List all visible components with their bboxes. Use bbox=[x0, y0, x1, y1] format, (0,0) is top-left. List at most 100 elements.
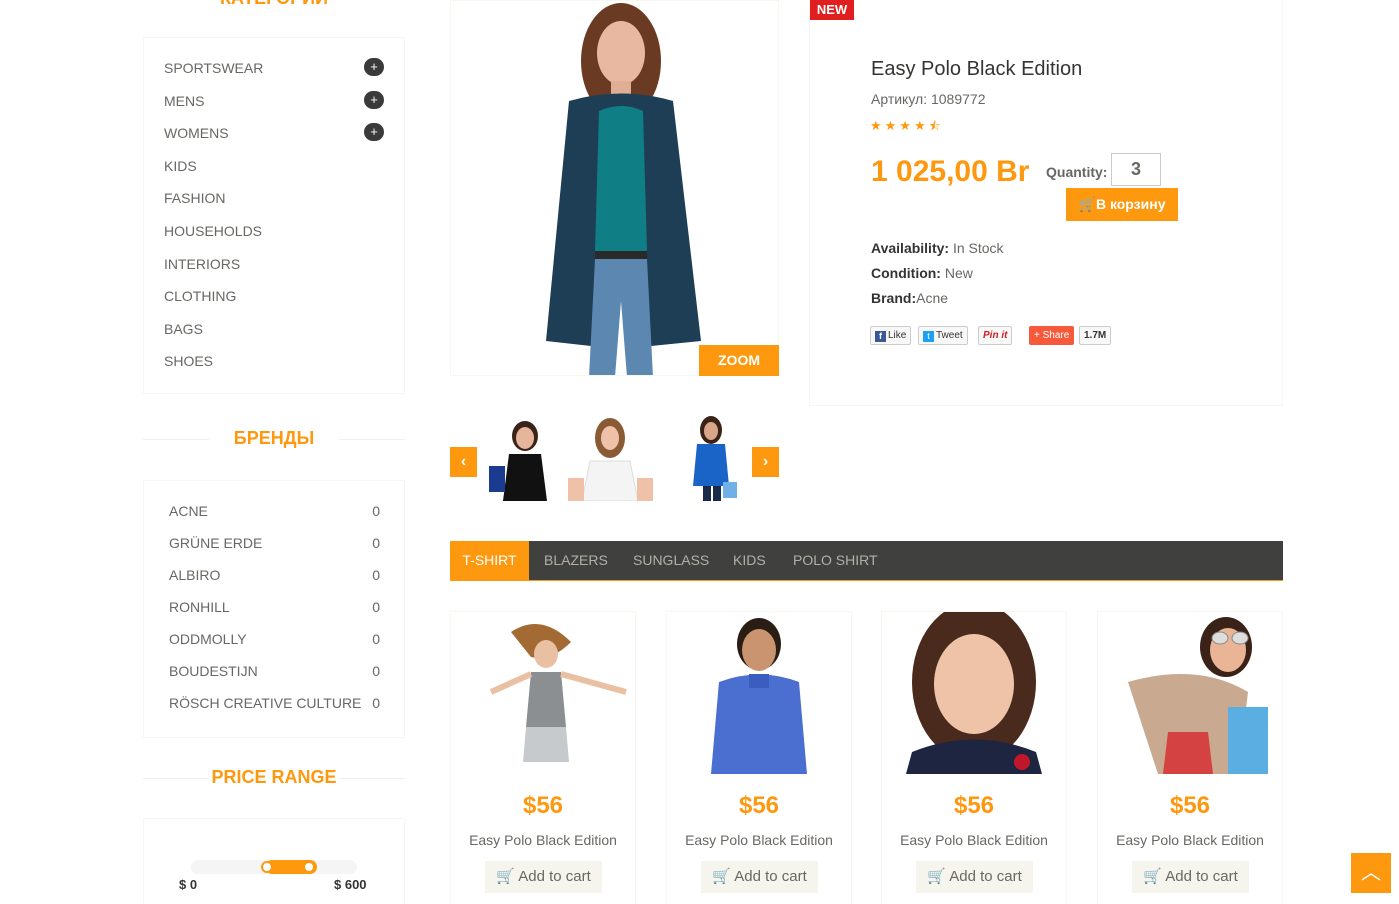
pinit-button[interactable]: Pin it bbox=[978, 326, 1013, 345]
add-to-cart-button[interactable]: 🛒 Add to cart bbox=[701, 861, 818, 893]
category-label: KIDS bbox=[164, 158, 197, 174]
brand-value: Acne bbox=[916, 290, 949, 306]
add-to-cart-button[interactable]: 🛒 Add to cart bbox=[485, 861, 602, 893]
product-main-image[interactable] bbox=[450, 0, 779, 376]
category-item-fashion[interactable]: FASHION bbox=[164, 190, 225, 206]
scroll-to-top-button[interactable]: ︿ bbox=[1351, 853, 1391, 893]
brand-item[interactable]: ACNE 0 bbox=[169, 503, 380, 519]
category-label: SHOES bbox=[164, 353, 214, 369]
twitter-icon: t bbox=[923, 331, 934, 342]
product-image[interactable] bbox=[1098, 612, 1282, 774]
brand-item[interactable]: RÖSCH CREATIVE CULTURE 0 bbox=[169, 695, 380, 711]
thumbnail-image[interactable] bbox=[568, 416, 653, 501]
quantity-label: Quantity: bbox=[1046, 164, 1108, 180]
expand-plus-icon[interactable]: + bbox=[364, 91, 384, 109]
category-label: CLOTHING bbox=[164, 288, 237, 304]
category-item-households[interactable]: HOUSEHOLDS bbox=[164, 223, 262, 239]
category-item-interiors[interactable]: INTERIORS bbox=[164, 256, 240, 272]
product-image[interactable] bbox=[451, 612, 635, 774]
add-to-cart-button[interactable]: 🛒В корзину bbox=[1066, 188, 1178, 221]
tab-blazers[interactable]: BLAZERS bbox=[544, 541, 608, 580]
tab-sunglass[interactable]: SUNGLASS bbox=[633, 541, 709, 580]
add-to-cart-label: Add to cart bbox=[949, 868, 1022, 885]
category-item-clothing[interactable]: CLOTHING bbox=[164, 288, 236, 304]
price-range-panel: $ 0 $ 600 bbox=[143, 818, 405, 904]
expand-plus-icon[interactable]: + bbox=[364, 58, 384, 76]
add-to-cart-label: Add to cart bbox=[1165, 868, 1238, 885]
product-image[interactable] bbox=[667, 612, 851, 774]
brand-count: 0 bbox=[372, 503, 380, 519]
add-to-cart-button[interactable]: 🛒 Add to cart bbox=[1132, 861, 1249, 893]
thumbnail-image[interactable] bbox=[653, 416, 738, 501]
pinit-label: Pin it bbox=[983, 330, 1008, 341]
chevron-left-icon[interactable]: ‹ bbox=[450, 447, 477, 477]
category-label: SPORTSWEAR bbox=[164, 60, 264, 76]
product-price: $56 bbox=[1169, 792, 1211, 819]
chevron-right-icon[interactable]: › bbox=[752, 447, 779, 477]
tweet-button[interactable]: t Tweet bbox=[918, 326, 968, 345]
product-image[interactable] bbox=[882, 612, 1066, 774]
thumbnail-photo bbox=[483, 416, 568, 501]
price-slider-min-handle[interactable] bbox=[261, 861, 273, 873]
tab-kids[interactable]: KIDS bbox=[733, 541, 766, 580]
tab-polo-shirt[interactable]: POLO SHIRT bbox=[793, 541, 878, 580]
woman-photo bbox=[451, 1, 778, 375]
product-title: Easy Polo Black Edition bbox=[871, 58, 1083, 80]
chevron-up-icon: ︿ bbox=[1361, 862, 1381, 884]
availability-value: In Stock bbox=[949, 240, 1004, 256]
facebook-icon: f bbox=[875, 331, 886, 342]
rating-stars-icon: ★★★★⯪ bbox=[870, 118, 944, 133]
brand-name: GRÜNE ERDE bbox=[169, 535, 263, 551]
category-label: FASHION bbox=[164, 190, 226, 206]
divider bbox=[143, 438, 209, 440]
thumbnail-photo bbox=[568, 416, 653, 501]
quantity-input[interactable] bbox=[1111, 153, 1161, 186]
add-to-cart-button[interactable]: 🛒 Add to cart bbox=[916, 861, 1033, 893]
product-card: $56 Easy Polo Black Edition 🛒 Add to car… bbox=[1097, 611, 1283, 904]
category-label: WOMENS bbox=[164, 125, 229, 141]
product-name: Easy Polo Black Edition bbox=[900, 832, 1048, 848]
category-item-sportswear[interactable]: SPORTSWEAR bbox=[164, 60, 263, 76]
categories-title: КАТЕГОРИИ bbox=[143, 0, 405, 9]
brands-panel: ACNE 0 GRÜNE ERDE 0 ALBIRO 0 RONHILL 0 ODDMO… bbox=[143, 480, 405, 738]
tab-t-shirt[interactable]: T-SHIRT bbox=[450, 541, 529, 580]
brand-item[interactable]: GRÜNE ERDE 0 bbox=[169, 535, 380, 551]
facebook-like-button[interactable]: f Like bbox=[870, 326, 912, 345]
brand-item[interactable]: RONHILL 0 bbox=[169, 599, 380, 615]
like-label: Like bbox=[888, 330, 907, 341]
category-item-kids[interactable]: KIDS bbox=[164, 158, 197, 174]
plus-icon: + bbox=[1034, 330, 1043, 341]
category-item-mens[interactable]: MENS bbox=[164, 93, 204, 109]
category-item-womens[interactable]: WOMENS bbox=[164, 125, 229, 141]
brand-count: 0 bbox=[372, 663, 380, 679]
thumbnail-image[interactable] bbox=[483, 416, 568, 501]
brand-item[interactable]: ODDMOLLY 0 bbox=[169, 631, 380, 647]
expand-plus-icon[interactable]: + bbox=[364, 123, 384, 141]
tweet-label: Tweet bbox=[936, 330, 963, 341]
price-slider-max-handle[interactable] bbox=[303, 861, 315, 873]
divider bbox=[143, 777, 209, 779]
condition-row: Condition: New bbox=[871, 265, 973, 281]
brand-item[interactable]: BOUDESTIJN 0 bbox=[169, 663, 380, 679]
zoom-button[interactable]: ZOOM bbox=[699, 345, 779, 376]
thumbnail-photo bbox=[653, 416, 738, 501]
jumping-girl-photo bbox=[451, 612, 635, 774]
category-item-bags[interactable]: BAGS bbox=[164, 321, 203, 337]
price-slider[interactable] bbox=[191, 860, 357, 874]
category-label: MENS bbox=[164, 93, 205, 109]
share-button[interactable]: + Share bbox=[1029, 326, 1075, 345]
brand-item[interactable]: ALBIRO 0 bbox=[169, 567, 380, 583]
cart-icon: 🛒 bbox=[1078, 196, 1096, 212]
brands-heading: БРЕНДЫ bbox=[143, 428, 405, 449]
brand-name: RÖSCH CREATIVE CULTURE bbox=[169, 695, 362, 711]
new-badge: NEW bbox=[810, 0, 854, 20]
price-max-label: $ 600 bbox=[334, 877, 367, 892]
price-range-heading: PRICE RANGE bbox=[143, 767, 405, 788]
price-range-title: PRICE RANGE bbox=[211, 767, 337, 787]
product-card: $56 Easy Polo Black Edition 🛒 Add to car… bbox=[450, 611, 636, 904]
brand-name: ACNE bbox=[169, 503, 208, 519]
brand-count: 0 bbox=[372, 695, 380, 711]
brand-name: ODDMOLLY bbox=[169, 631, 247, 647]
category-item-shoes[interactable]: SHOES bbox=[164, 353, 213, 369]
condition-label: Condition: bbox=[871, 265, 941, 281]
